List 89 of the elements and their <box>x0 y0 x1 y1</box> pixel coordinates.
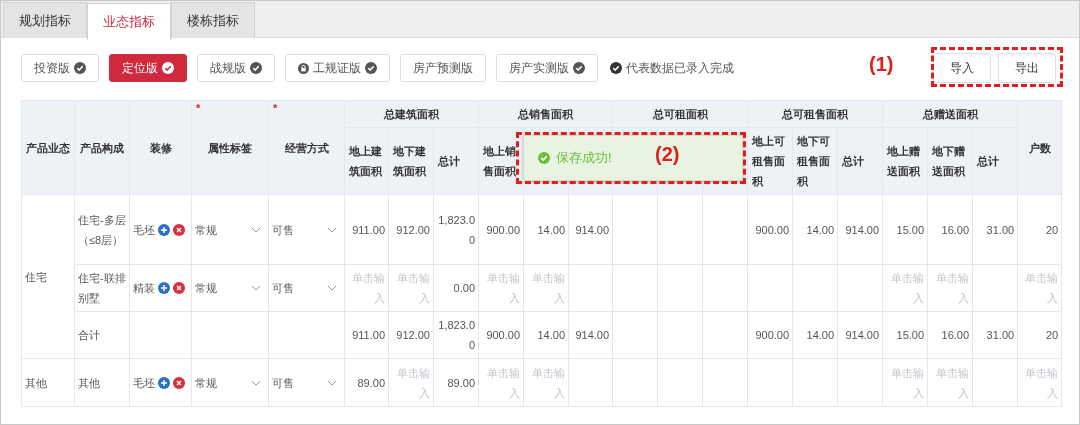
check-icon <box>538 152 550 164</box>
table-cell: 合计 <box>74 311 130 359</box>
required-mark: * <box>273 101 278 115</box>
chevron-icon <box>251 285 261 291</box>
table-cell: 16.00 <box>927 194 973 265</box>
table-cell: 914.00 <box>837 194 883 265</box>
column-header: 装修 <box>149 141 172 154</box>
table-cell: 15.00 <box>882 311 928 359</box>
version-button[interactable]: 房产预测版 <box>400 54 486 82</box>
group-header: 总可租面积 <box>612 100 748 128</box>
chevron-icon <box>327 379 337 386</box>
table-cell: 住宅-多层（≤8层） <box>74 194 130 265</box>
column-header: 产品构成 <box>80 141 124 154</box>
remove-icon[interactable] <box>173 223 185 236</box>
table-cell: 31.00 <box>972 311 1018 359</box>
table-cell: 912.00 <box>388 311 434 359</box>
decoration-text: 精装 <box>133 281 155 296</box>
table-cell: 0.00 <box>433 264 479 312</box>
version-button[interactable]: 投资版 <box>21 54 99 82</box>
table-cell: 900.00 <box>478 311 524 359</box>
check-icon <box>610 62 622 74</box>
column-header: 属性标签 <box>208 141 252 154</box>
table-cell: 其他 <box>21 358 75 407</box>
group-header: 总建筑面积 <box>344 100 479 128</box>
add-icon[interactable] <box>158 376 170 389</box>
action-button[interactable]: 导出 <box>998 53 1056 83</box>
table-cell: 900.00 <box>478 194 524 265</box>
column-header: 总计 <box>433 127 479 195</box>
group-header: 总赠送面积 <box>882 100 1018 128</box>
tab[interactable]: 业态指标 <box>87 3 171 40</box>
chevron-icon <box>251 226 261 233</box>
column-header: 地上建筑面积 <box>344 127 389 195</box>
table-cell: 住宅-联排别墅 <box>74 264 130 312</box>
table-cell: 1,823.00 <box>433 194 479 265</box>
toast-text: 保存成功! <box>556 149 612 167</box>
table-cell: 14.00 <box>792 194 838 265</box>
add-icon[interactable] <box>158 282 170 294</box>
table-cell: 20 <box>1017 311 1062 359</box>
decoration-text: 毛坯 <box>133 375 155 391</box>
legend-text: 代表数据已录入完成 <box>626 59 734 77</box>
table-cell: 16.00 <box>927 311 973 359</box>
annotation-label: (1) <box>869 52 894 77</box>
group-header: 总销售面积 <box>478 100 613 128</box>
column-header: 户数 <box>1017 100 1062 195</box>
table-cell: 14.00 <box>523 311 569 359</box>
table-cell: 911.00 <box>344 194 389 265</box>
table-cell: 914.00 <box>568 194 613 265</box>
remove-icon[interactable] <box>173 376 185 389</box>
chevron-icon <box>327 226 337 233</box>
column-header: 地下建筑面积 <box>388 127 434 195</box>
column-header: 地上赠送面积 <box>882 127 928 195</box>
action-button[interactable]: 导入 <box>933 53 991 83</box>
required-mark: * <box>196 101 201 115</box>
column-header: 地下可租售面积 <box>792 127 838 195</box>
column-header: 总计 <box>972 127 1018 195</box>
column-header: 地下赠送面积 <box>927 127 973 195</box>
table-cell: 14.00 <box>523 194 569 265</box>
table-cell: 其他 <box>74 358 130 407</box>
table-cell: 912.00 <box>388 194 434 265</box>
table-cell: 89.00 <box>344 358 389 407</box>
table-cell: 31.00 <box>972 194 1018 265</box>
chevron-icon <box>251 379 261 386</box>
table-cell: 20 <box>1017 194 1062 265</box>
version-button[interactable]: 定位版 <box>109 54 187 82</box>
table-cell: 911.00 <box>344 311 389 359</box>
table-cell: 住宅 <box>21 194 75 359</box>
table-cell: 900.00 <box>747 311 793 359</box>
chevron-icon <box>327 285 337 291</box>
table-cell: 1,823.00 <box>433 311 479 359</box>
group-header: 总可租售面积 <box>747 100 883 128</box>
table-cell: 14.00 <box>792 311 838 359</box>
annotation-label: (2) <box>655 142 680 167</box>
add-icon[interactable] <box>158 223 170 236</box>
tab[interactable]: 楼栋指标 <box>171 2 255 38</box>
decoration-text: 毛坯 <box>133 222 155 238</box>
column-header: 产品业态 <box>26 141 70 154</box>
column-header: 经营方式 <box>284 141 329 154</box>
table-cell: 15.00 <box>882 194 928 265</box>
version-button[interactable]: 工规证版 <box>285 54 390 82</box>
column-header: 总计 <box>837 127 883 195</box>
tab[interactable]: 规划指标 <box>3 2 87 38</box>
remove-icon[interactable] <box>173 282 185 294</box>
table-cell: 900.00 <box>747 194 793 265</box>
column-header: 地上可租售面积 <box>747 127 793 195</box>
table-cell: 89.00 <box>433 358 479 407</box>
version-button[interactable]: 战规版 <box>197 54 275 82</box>
table-cell: 914.00 <box>837 311 883 359</box>
table-cell: 914.00 <box>568 311 613 359</box>
version-button[interactable]: 房产实测版 <box>496 54 598 82</box>
